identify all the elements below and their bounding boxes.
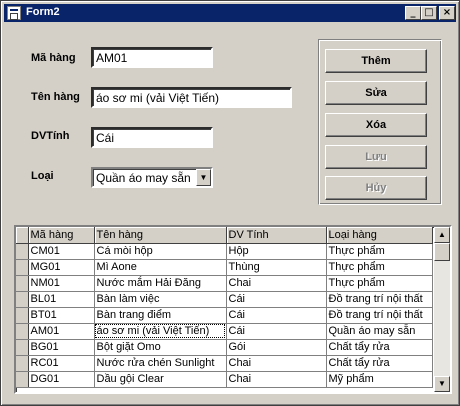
chevron-down-icon[interactable]: ▼ [196, 169, 211, 186]
ma-hang-label: Mã hàng [31, 52, 76, 64]
grid-table: Mã hàng Tên hàng DV Tính Loại hàng CM01 C… [16, 227, 433, 388]
table-cell[interactable]: Cá mòi hộp [94, 243, 227, 260]
luu-button[interactable]: Lưu [325, 145, 427, 169]
table-cell[interactable]: Chai [226, 371, 327, 388]
table-cell[interactable]: Cái [226, 323, 327, 340]
row-selector[interactable] [16, 323, 29, 340]
table-row-selected[interactable]: AM01 áo sơ mi (vải Việt Tiến) Cái Quần áo m… [16, 323, 433, 340]
table-cell[interactable]: Chất tẩy rửa [326, 355, 433, 372]
table-cell[interactable]: Chai [226, 355, 327, 372]
table-row[interactable]: RC01 Nước rửa chén Sunlight Chai Chất tẩy r… [16, 355, 433, 372]
table-cell[interactable]: Cái [226, 291, 327, 308]
xoa-button[interactable]: Xóa [325, 113, 427, 137]
row-selector[interactable] [16, 307, 29, 324]
table-cell[interactable]: Thùng [226, 259, 327, 276]
sua-button[interactable]: Sửa [325, 81, 427, 105]
window-title: Form2 [26, 6, 60, 18]
table-cell[interactable]: Chai [226, 275, 327, 292]
row-selector[interactable] [16, 339, 29, 356]
table-row[interactable]: MG01 Mì Aone Thùng Thực phẩm [16, 259, 433, 276]
table-row[interactable]: BG01 Bột giặt Omo Gói Chất tẩy rửa [16, 339, 433, 356]
ma-hang-input[interactable]: AM01 [91, 47, 213, 68]
column-header[interactable]: Mã hàng [28, 227, 95, 244]
row-selector[interactable] [16, 355, 29, 372]
table-row[interactable]: BL01 Bàn làm việc Cái Đồ trang trí nội thất [16, 291, 433, 308]
ten-hang-label: Tên hàng [31, 91, 80, 103]
table-cell[interactable]: RC01 [28, 355, 95, 372]
table-cell[interactable]: BL01 [28, 291, 95, 308]
column-header[interactable]: Loại hàng [326, 227, 433, 244]
scroll-thumb[interactable] [434, 243, 450, 261]
huy-button[interactable]: Hủy [325, 176, 427, 200]
dvt-label: DVTính [31, 130, 70, 142]
data-grid[interactable]: Mã hàng Tên hàng DV Tính Loại hàng CM01 C… [14, 225, 452, 394]
table-cell[interactable]: Nước mắm Hải Đăng [94, 275, 227, 292]
table-cell[interactable]: DG01 [28, 371, 95, 388]
vertical-scrollbar[interactable]: ▲ ▼ [434, 227, 450, 392]
row-selector[interactable] [16, 291, 29, 308]
column-header[interactable]: Tên hàng [94, 227, 227, 244]
minimize-button[interactable]: _ [405, 6, 421, 20]
loai-select[interactable]: Quần áo may sẵn ▼ [91, 167, 213, 188]
form2-window: Form2 _ □ × Mã hàng AM01 Tên hàng áo sơ … [0, 0, 460, 406]
column-header[interactable]: DV Tính [226, 227, 327, 244]
table-cell[interactable]: BG01 [28, 339, 95, 356]
table-cell[interactable]: Bột giặt Omo [94, 339, 227, 356]
loai-selected-value: Quần áo may sẵn [96, 171, 191, 185]
table-cell[interactable]: Dầu gội Clear [94, 371, 227, 388]
table-cell[interactable]: Mỹ phẩm [326, 371, 433, 388]
table-cell[interactable]: Đồ trang trí nội thất [326, 291, 433, 308]
row-selector[interactable] [16, 243, 29, 260]
scroll-up-icon[interactable]: ▲ [434, 227, 450, 243]
table-cell[interactable]: Bàn làm việc [94, 291, 227, 308]
loai-label: Loại [31, 170, 54, 182]
maximize-button[interactable]: □ [421, 6, 437, 20]
table-row[interactable]: NM01 Nước mắm Hải Đăng Chai Thực phẩm [16, 275, 433, 292]
table-cell[interactable]: MG01 [28, 259, 95, 276]
table-row[interactable]: DG01 Dầu gội Clear Chai Mỹ phẩm [16, 371, 433, 388]
ten-hang-input[interactable]: áo sơ mi (vải Việt Tiến) [91, 87, 292, 108]
table-cell[interactable]: Gói [226, 339, 327, 356]
table-cell[interactable]: Hộp [226, 243, 327, 260]
table-cell[interactable]: Bàn trang điểm [94, 307, 227, 324]
table-cell[interactable]: NM01 [28, 275, 95, 292]
form-icon [7, 6, 21, 20]
close-button[interactable]: × [439, 6, 455, 20]
row-selector[interactable] [16, 275, 29, 292]
table-cell[interactable]: CM01 [28, 243, 95, 260]
row-selector[interactable] [16, 371, 29, 388]
table-cell[interactable]: AM01 [28, 323, 95, 340]
row-header-corner [16, 227, 29, 244]
table-cell[interactable]: Quần áo may sẵn [326, 323, 433, 340]
scroll-down-icon[interactable]: ▼ [434, 376, 450, 392]
table-cell[interactable]: BT01 [28, 307, 95, 324]
button-group: Thêm Sửa Xóa Lưu Hủy [318, 39, 442, 205]
table-cell-focused[interactable]: áo sơ mi (vải Việt Tiến) [94, 323, 227, 340]
dvt-input[interactable]: Cái [91, 127, 213, 148]
table-row[interactable]: CM01 Cá mòi hộp Hộp Thực phẩm [16, 243, 433, 260]
table-cell[interactable]: Nước rửa chén Sunlight [94, 355, 227, 372]
table-cell[interactable]: Đồ trang trí nội thất [326, 307, 433, 324]
table-cell[interactable]: Thực phẩm [326, 259, 433, 276]
table-row[interactable]: BT01 Bàn trang điểm Cái Đồ trang trí nội th… [16, 307, 433, 324]
row-selector[interactable] [16, 259, 29, 276]
table-cell[interactable]: Thực phẩm [326, 243, 433, 260]
table-cell[interactable]: Cái [226, 307, 327, 324]
table-cell[interactable]: Chất tẩy rửa [326, 339, 433, 356]
them-button[interactable]: Thêm [325, 49, 427, 73]
title-bar[interactable]: Form2 _ □ × [4, 4, 456, 22]
table-cell[interactable]: Mì Aone [94, 259, 227, 276]
table-cell[interactable]: Thực phẩm [326, 275, 433, 292]
